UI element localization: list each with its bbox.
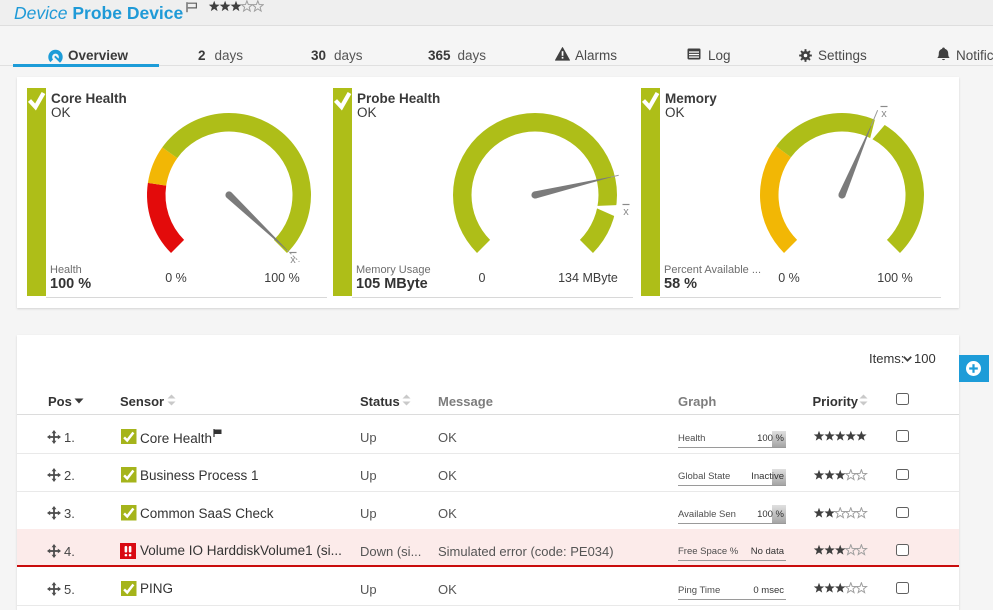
- svg-text:x: x: [881, 108, 887, 120]
- svg-text:x: x: [623, 206, 629, 218]
- svg-text:x: x: [290, 254, 296, 266]
